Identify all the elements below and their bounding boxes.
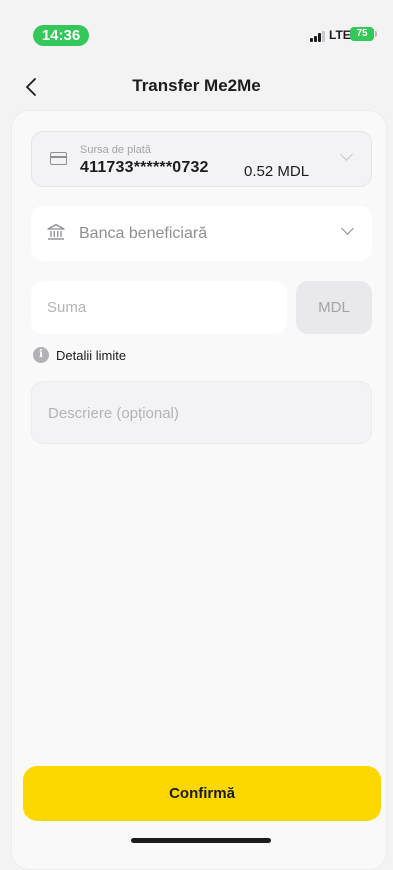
chevron-down-icon [341,222,354,235]
credit-card-icon [50,152,67,165]
page-title: Transfer Me2Me [132,76,261,95]
status-bar: 14:36 LTE 75 [0,0,393,52]
limits-details-link[interactable]: i Detalii limite [33,346,126,364]
currency-select[interactable]: MDL [296,281,372,334]
network-type: LTE [329,28,351,42]
beneficiary-bank-select[interactable]: Banca beneficiară [31,206,372,261]
chevron-left-icon [26,78,36,96]
battery-tip [375,31,377,37]
card-number: 411733******0732 [80,159,209,176]
signal-icon [310,31,326,42]
info-icon: i [33,347,49,363]
description-placeholder: Descriere (opțional) [48,405,179,422]
beneficiary-bank-placeholder: Banca beneficiară [79,225,208,242]
bank-icon [47,223,65,240]
chevron-down-icon [340,148,353,161]
confirm-button[interactable]: Confirmă [23,766,381,821]
amount-placeholder: Suma [47,299,87,316]
limits-details-label: Detalii limite [56,347,127,363]
back-button[interactable] [16,72,46,102]
description-input[interactable]: Descriere (opțional) [31,381,372,444]
amount-input[interactable]: Suma [31,281,287,334]
payment-source-select[interactable]: Sursa de plată 411733******0732 0.52 MDL [31,131,372,187]
payment-source-label: Sursa de plată [80,144,151,156]
battery-icon: 75 [350,27,374,41]
card-balance: 0.52 MDL [244,163,310,180]
status-time: 14:36 [33,25,89,46]
home-indicator [131,838,271,843]
